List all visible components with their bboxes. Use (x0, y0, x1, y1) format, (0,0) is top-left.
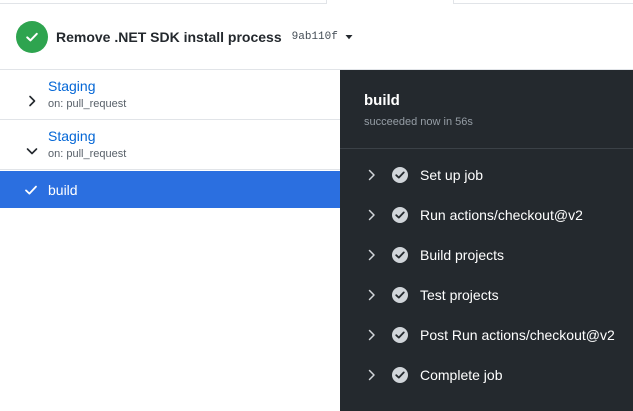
step-name: Complete job (420, 367, 503, 383)
job-steps: Set up job Run actions/checkout@v2 Build… (340, 155, 633, 395)
workflow-name-link[interactable]: Staging (48, 128, 95, 144)
chevron-down-icon[interactable] (25, 144, 39, 158)
chevron-right-icon[interactable] (366, 288, 378, 302)
step-row[interactable]: Post Run actions/checkout@v2 (340, 315, 633, 355)
job-title: build (364, 92, 400, 109)
chevron-right-icon[interactable] (366, 328, 378, 342)
step-name: Set up job (420, 167, 484, 183)
step-row[interactable]: Build projects (340, 235, 633, 275)
step-name: Test projects (420, 287, 499, 303)
workflow-run-page: Remove .NET SDK install process 9ab110f … (0, 0, 633, 411)
step-name: Post Run actions/checkout@v2 (420, 327, 615, 343)
job-log-panel: build succeeded now in 56s Set up job Ru… (340, 70, 633, 411)
step-success-icon (392, 287, 408, 303)
run-header: Remove .NET SDK install process 9ab110f (0, 4, 633, 70)
job-name: build (48, 181, 78, 198)
chevron-right-icon[interactable] (366, 368, 378, 382)
step-row[interactable]: Complete job (340, 355, 633, 395)
step-success-icon (392, 247, 408, 263)
workflow-event: on: pull_request (48, 148, 127, 160)
step-success-icon (392, 207, 408, 223)
chevron-right-icon[interactable] (366, 248, 378, 262)
job-header: build succeeded now in 56s (340, 70, 633, 149)
step-success-icon (392, 167, 408, 183)
check-icon (24, 183, 38, 197)
step-row[interactable]: Test projects (340, 275, 633, 315)
workflow-event: on: pull_request (48, 98, 127, 110)
run-status-success-icon (16, 20, 48, 53)
commit-sha-link[interactable]: 9ab110f (292, 31, 338, 43)
workflow-item[interactable]: Staging on: pull_request (0, 70, 340, 120)
workflow-name-link[interactable]: Staging (48, 78, 95, 94)
job-item-build[interactable]: build (0, 171, 340, 208)
workflow-sidebar: Staging on: pull_request Staging on: pul… (0, 70, 340, 411)
job-status-text: succeeded now in 56s (364, 116, 473, 128)
run-title: Remove .NET SDK install process (56, 28, 282, 45)
step-row[interactable]: Set up job (340, 155, 633, 195)
chevron-right-icon[interactable] (366, 208, 378, 222)
caret-down-icon[interactable] (344, 32, 354, 42)
step-name: Run actions/checkout@v2 (420, 207, 583, 223)
chevron-right-icon[interactable] (366, 168, 378, 182)
workflow-item[interactable]: Staging on: pull_request (0, 120, 340, 170)
step-success-icon (392, 367, 408, 383)
chevron-right-icon[interactable] (25, 94, 39, 108)
step-name: Build projects (420, 247, 505, 263)
step-success-icon (392, 327, 408, 343)
step-row[interactable]: Run actions/checkout@v2 (340, 195, 633, 235)
